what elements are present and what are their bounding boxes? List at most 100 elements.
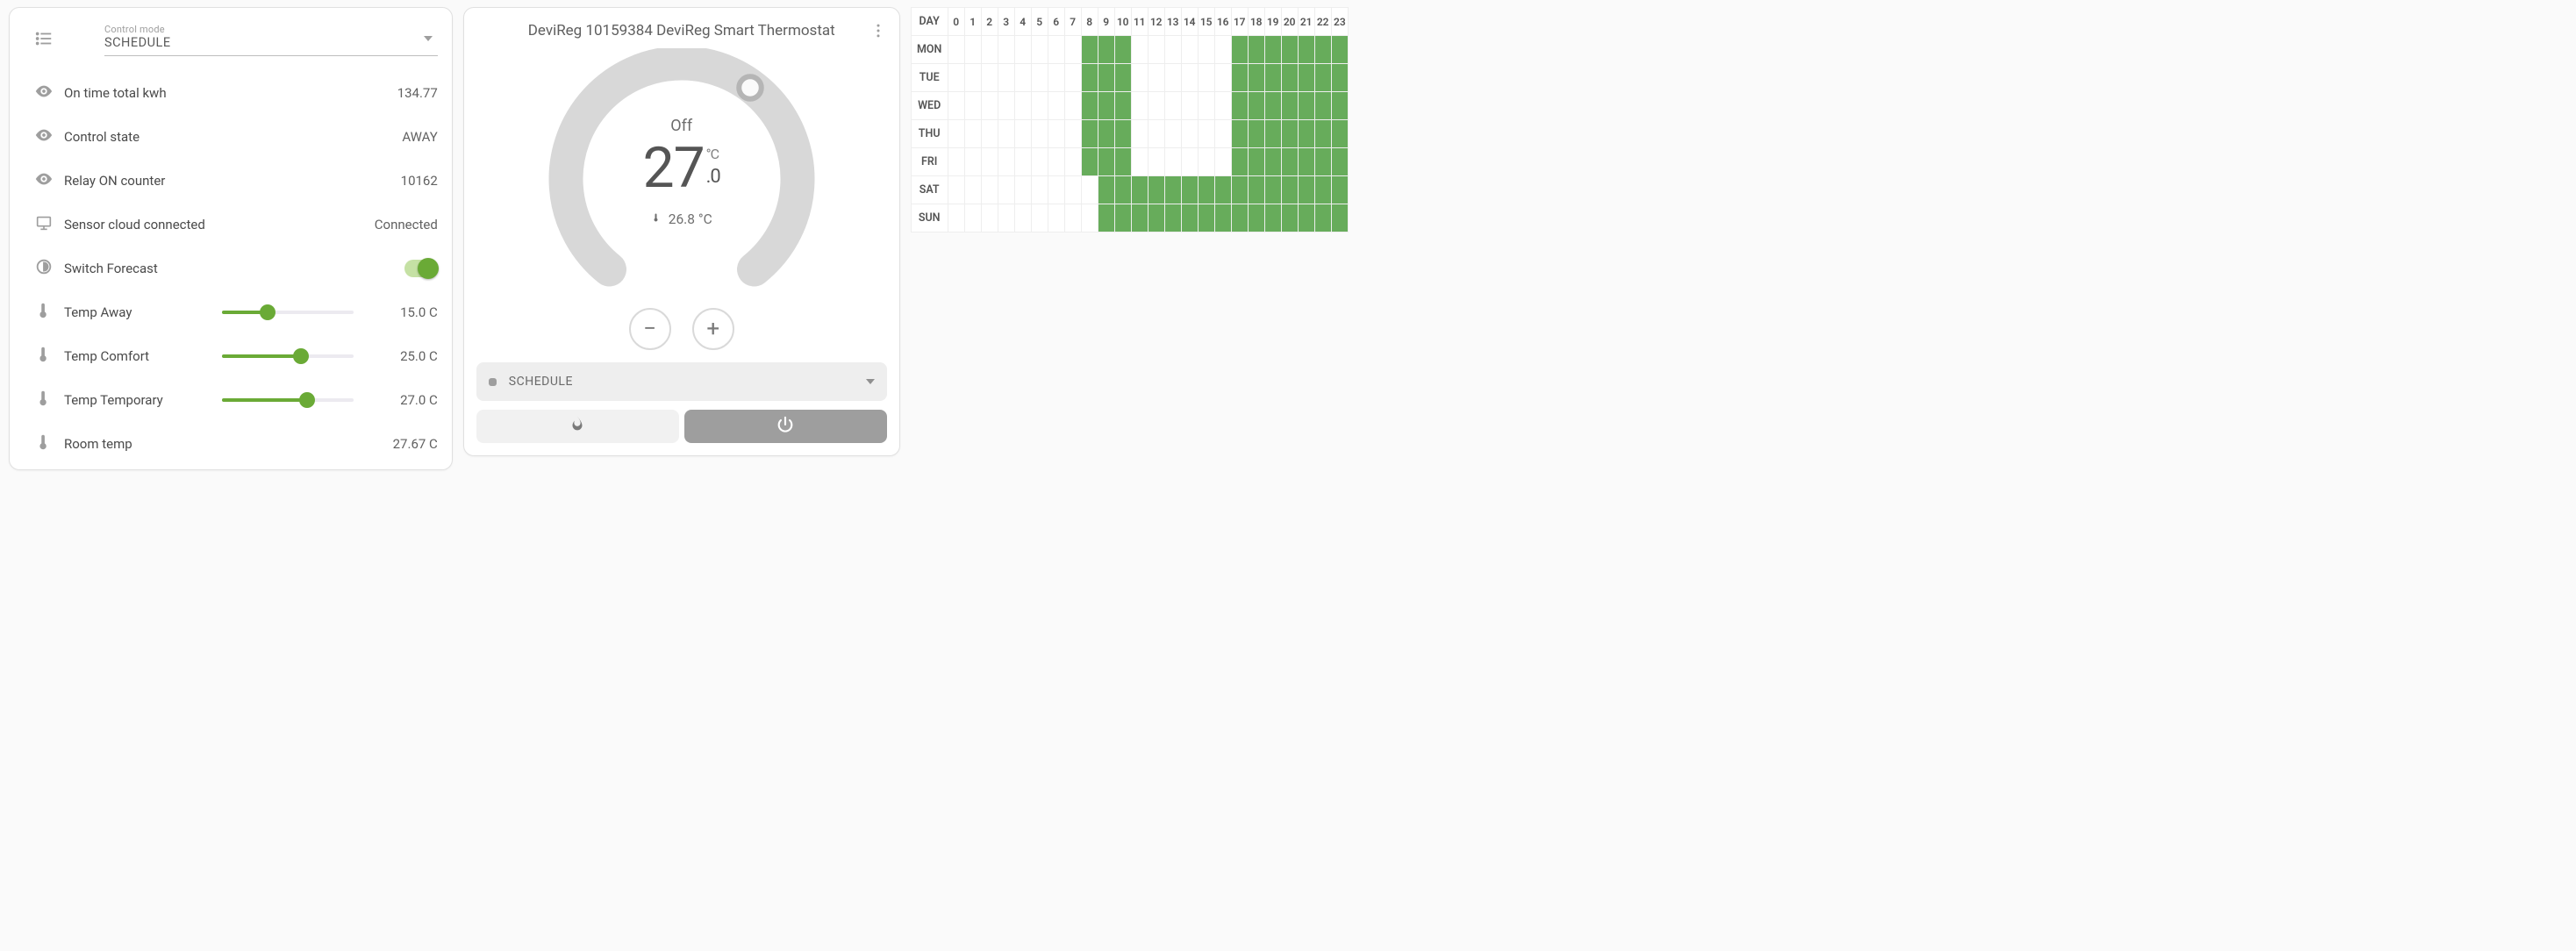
schedule-cell[interactable] [981, 36, 998, 64]
schedule-cell[interactable] [1081, 64, 1098, 92]
schedule-cell[interactable] [1281, 92, 1298, 120]
schedule-cell[interactable] [1048, 204, 1064, 232]
schedule-cell[interactable] [998, 36, 1014, 64]
schedule-cell[interactable] [1198, 120, 1214, 148]
schedule-cell[interactable] [998, 176, 1014, 204]
schedule-cell[interactable] [1298, 36, 1314, 64]
schedule-cell[interactable] [1298, 92, 1314, 120]
schedule-cell[interactable] [1298, 176, 1314, 204]
schedule-cell[interactable] [1231, 92, 1248, 120]
schedule-cell[interactable] [1048, 92, 1064, 120]
schedule-cell[interactable] [1281, 148, 1298, 176]
dial-handle[interactable] [739, 76, 762, 99]
schedule-cell[interactable] [1314, 148, 1331, 176]
forecast-toggle[interactable] [404, 260, 438, 277]
schedule-cell[interactable] [1181, 176, 1198, 204]
schedule-cell[interactable] [1181, 92, 1198, 120]
schedule-cell[interactable] [948, 120, 964, 148]
schedule-cell[interactable] [1114, 176, 1131, 204]
schedule-cell[interactable] [1164, 36, 1181, 64]
schedule-cell[interactable] [1164, 120, 1181, 148]
schedule-cell[interactable] [1098, 120, 1114, 148]
schedule-cell[interactable] [1331, 92, 1348, 120]
control-mode-select[interactable]: Control mode SCHEDULE [104, 24, 438, 56]
schedule-cell[interactable] [1331, 204, 1348, 232]
schedule-cell[interactable] [1198, 204, 1214, 232]
schedule-cell[interactable] [1331, 36, 1348, 64]
schedule-cell[interactable] [1164, 148, 1181, 176]
schedule-cell[interactable] [1098, 36, 1114, 64]
schedule-cell[interactable] [998, 92, 1014, 120]
schedule-cell[interactable] [1331, 176, 1348, 204]
schedule-cell[interactable] [1131, 36, 1148, 64]
schedule-cell[interactable] [964, 204, 981, 232]
schedule-cell[interactable] [1214, 36, 1231, 64]
schedule-cell[interactable] [1014, 120, 1031, 148]
schedule-cell[interactable] [1131, 176, 1148, 204]
schedule-cell[interactable] [1331, 64, 1348, 92]
schedule-cell[interactable] [1164, 204, 1181, 232]
schedule-cell[interactable] [1281, 64, 1298, 92]
schedule-cell[interactable] [948, 148, 964, 176]
schedule-cell[interactable] [1281, 176, 1298, 204]
schedule-cell[interactable] [1081, 204, 1098, 232]
schedule-cell[interactable] [1231, 176, 1248, 204]
schedule-cell[interactable] [1048, 148, 1064, 176]
schedule-cell[interactable] [998, 120, 1014, 148]
schedule-cell[interactable] [998, 64, 1014, 92]
temperature-dial[interactable]: Off 27 °C .0 26.8 °C [533, 48, 831, 311]
schedule-cell[interactable] [1098, 92, 1114, 120]
schedule-cell[interactable] [1114, 64, 1131, 92]
schedule-cell[interactable] [1014, 64, 1031, 92]
schedule-cell[interactable] [964, 36, 981, 64]
schedule-cell[interactable] [1031, 148, 1048, 176]
schedule-cell[interactable] [1064, 36, 1081, 64]
schedule-cell[interactable] [1181, 204, 1198, 232]
schedule-cell[interactable] [948, 64, 964, 92]
schedule-cell[interactable] [1064, 148, 1081, 176]
schedule-cell[interactable] [1148, 176, 1164, 204]
schedule-cell[interactable] [1298, 148, 1314, 176]
schedule-cell[interactable] [1164, 64, 1181, 92]
schedule-cell[interactable] [1248, 36, 1264, 64]
schedule-cell[interactable] [1214, 176, 1231, 204]
schedule-cell[interactable] [1314, 176, 1331, 204]
schedule-cell[interactable] [1264, 64, 1281, 92]
schedule-cell[interactable] [1298, 204, 1314, 232]
schedule-cell[interactable] [1148, 148, 1164, 176]
slider-temp-temporary[interactable] [222, 398, 354, 402]
schedule-cell[interactable] [1064, 120, 1081, 148]
schedule-cell[interactable] [1264, 92, 1281, 120]
thermostat-mode-select[interactable]: SCHEDULE [476, 362, 887, 401]
schedule-cell[interactable] [964, 120, 981, 148]
schedule-cell[interactable] [1248, 204, 1264, 232]
schedule-cell[interactable] [1331, 148, 1348, 176]
schedule-cell[interactable] [1248, 176, 1264, 204]
schedule-cell[interactable] [1231, 36, 1248, 64]
schedule-cell[interactable] [1081, 120, 1098, 148]
schedule-cell[interactable] [1264, 204, 1281, 232]
schedule-cell[interactable] [1014, 148, 1031, 176]
schedule-cell[interactable] [981, 148, 998, 176]
schedule-cell[interactable] [1081, 92, 1098, 120]
schedule-cell[interactable] [1031, 36, 1048, 64]
schedule-cell[interactable] [1048, 64, 1064, 92]
schedule-cell[interactable] [981, 92, 998, 120]
schedule-cell[interactable] [981, 120, 998, 148]
schedule-cell[interactable] [948, 204, 964, 232]
schedule-cell[interactable] [1031, 92, 1048, 120]
schedule-cell[interactable] [1314, 92, 1331, 120]
schedule-cell[interactable] [1314, 204, 1331, 232]
schedule-cell[interactable] [1214, 148, 1231, 176]
schedule-cell[interactable] [964, 148, 981, 176]
schedule-cell[interactable] [1014, 176, 1031, 204]
slider-thumb[interactable] [299, 392, 315, 408]
schedule-cell[interactable] [1098, 64, 1114, 92]
schedule-cell[interactable] [948, 176, 964, 204]
schedule-cell[interactable] [1231, 148, 1248, 176]
schedule-cell[interactable] [948, 92, 964, 120]
schedule-cell[interactable] [1214, 120, 1231, 148]
schedule-cell[interactable] [1314, 120, 1331, 148]
schedule-cell[interactable] [1331, 120, 1348, 148]
schedule-cell[interactable] [1198, 36, 1214, 64]
